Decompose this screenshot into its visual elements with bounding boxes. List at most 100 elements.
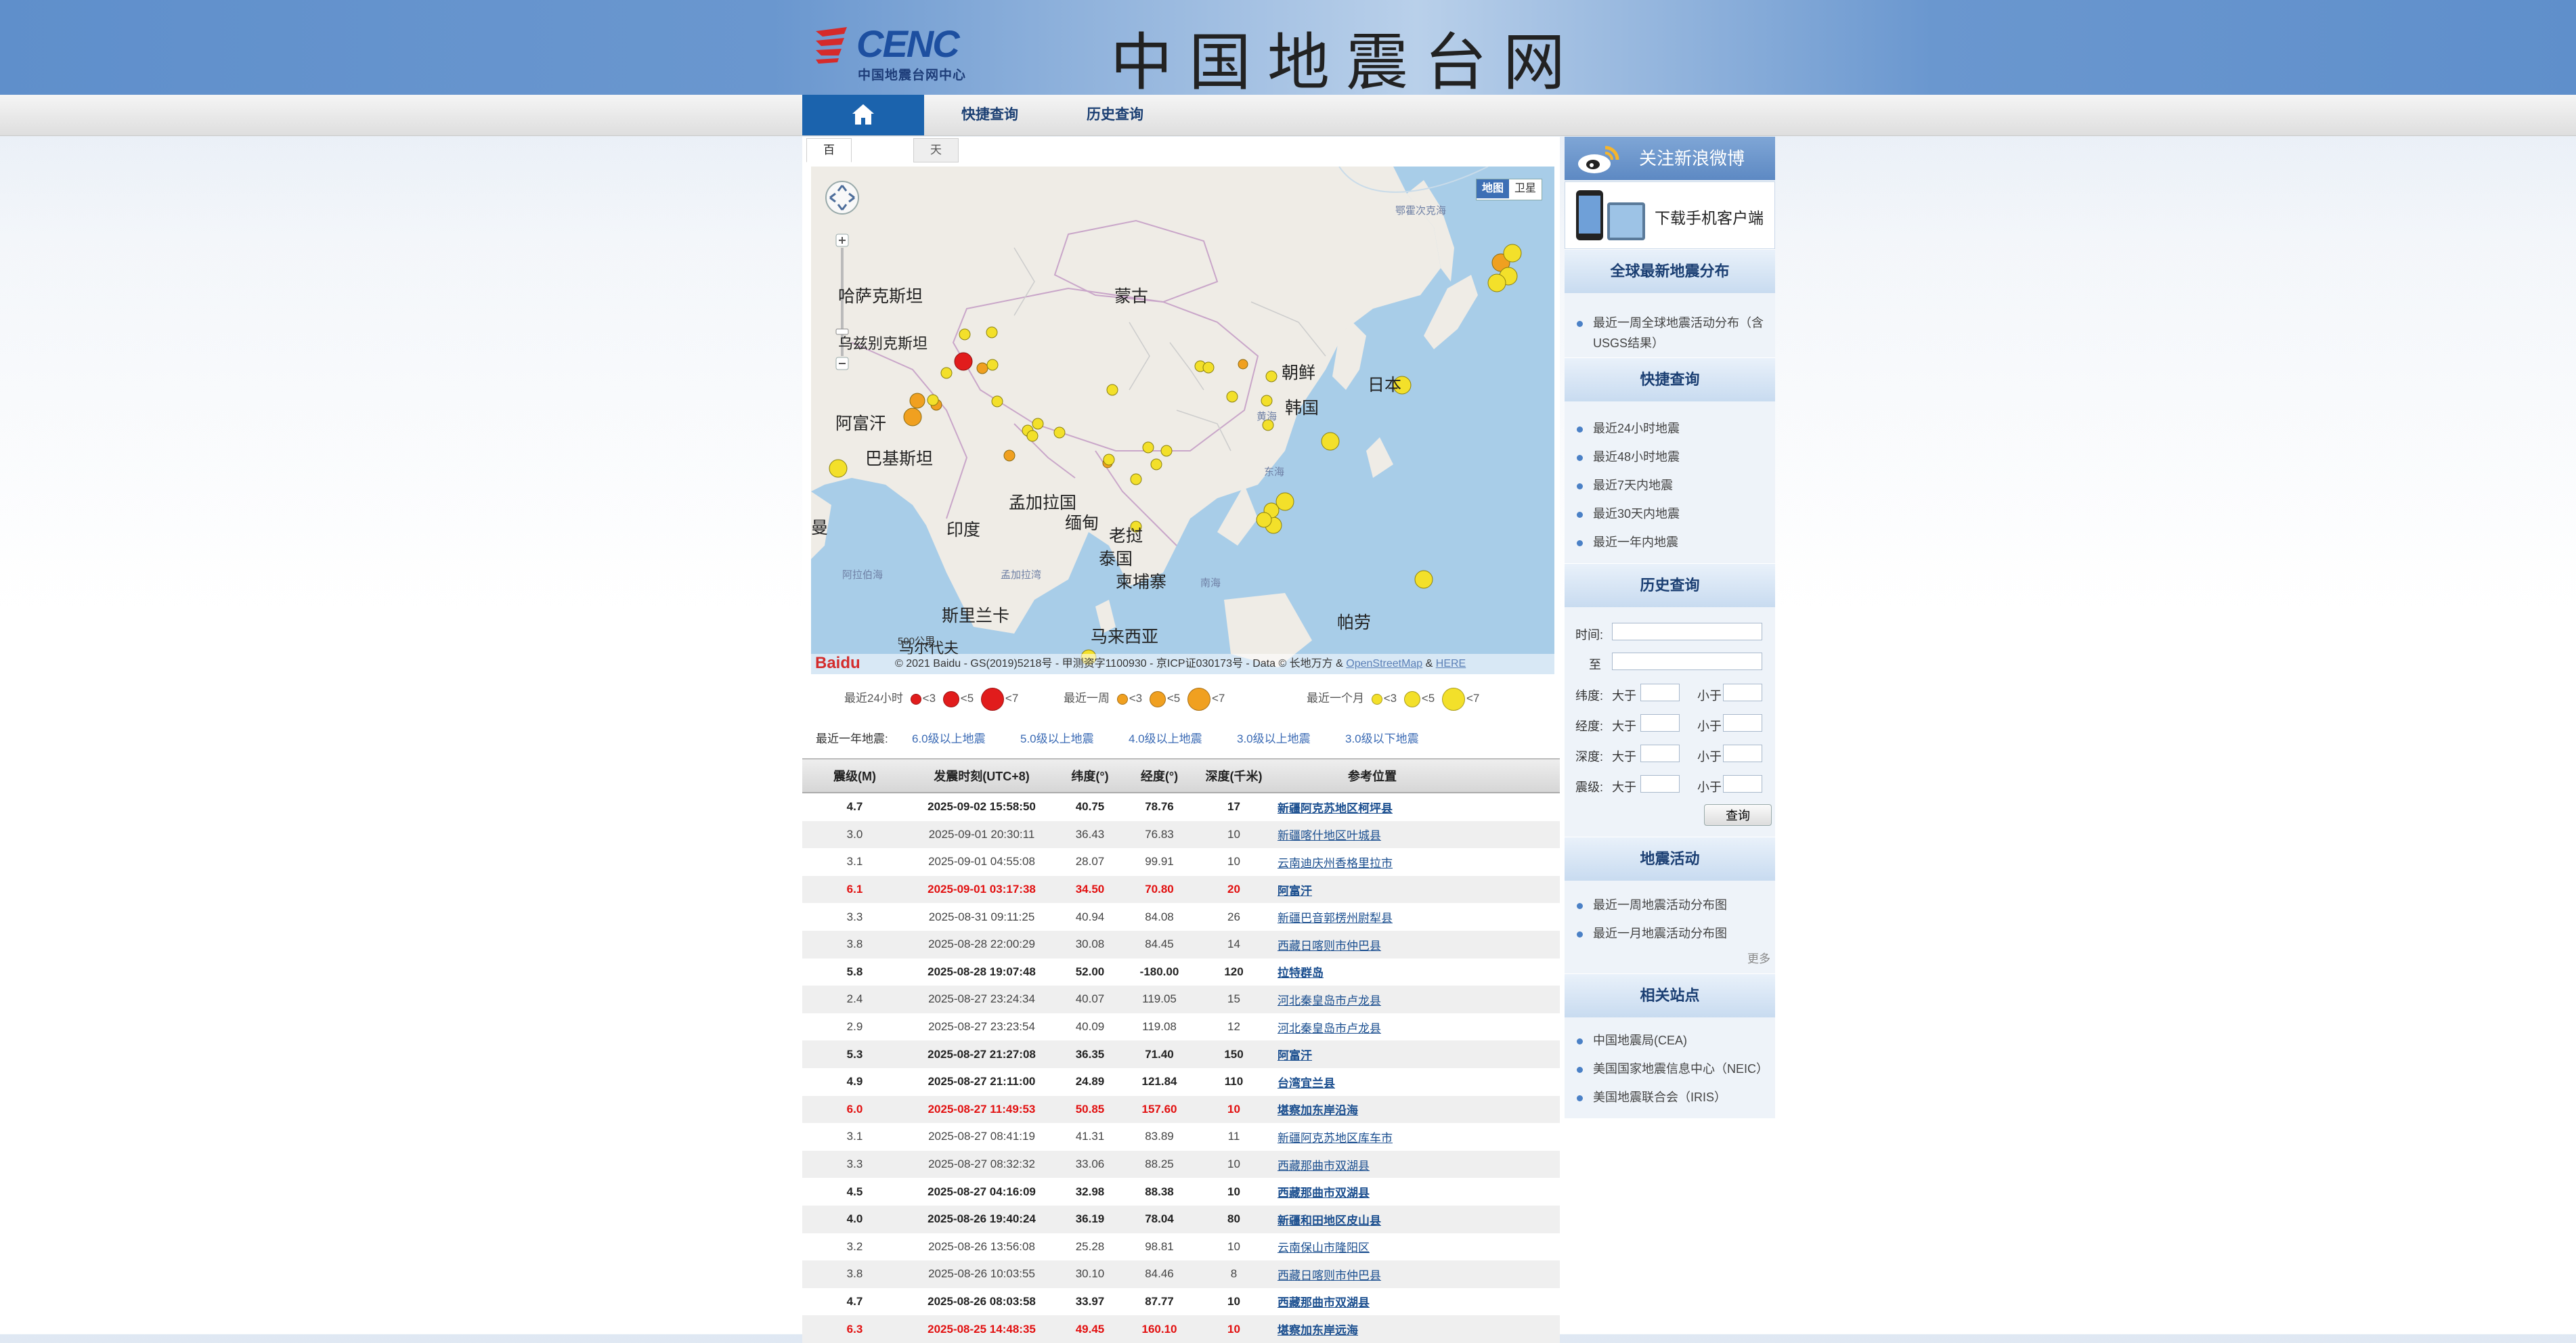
location-link[interactable]: 西藏日喀则市仲巴县 xyxy=(1278,936,1381,953)
magnitude-cell: 6.0 xyxy=(846,1102,863,1116)
map-label: 柬埔寨 xyxy=(1116,573,1167,592)
longitude-cell: 78.04 xyxy=(1145,1212,1174,1226)
location-cell: 新疆阿克苏地区柯坪县 xyxy=(1278,793,1548,821)
location-link[interactable]: 阿富汗 xyxy=(1278,1046,1312,1063)
lt-label: 小于 xyxy=(1697,689,1722,703)
here-link[interactable]: HERE xyxy=(1436,658,1466,669)
legend-label: 最近一周 xyxy=(1064,692,1110,705)
location-link[interactable]: 西藏那曲市双湖县 xyxy=(1278,1293,1370,1310)
map-label: 南海 xyxy=(1200,577,1221,589)
app-download-banner[interactable]: 下载手机客户端 xyxy=(1565,181,1775,249)
col-magnitude[interactable]: 震级(M) xyxy=(802,759,907,792)
location-link[interactable]: 堪察加东岸沿海 xyxy=(1278,1101,1358,1118)
depth-min-input[interactable] xyxy=(1640,745,1680,762)
nav-quick-query[interactable]: 快捷查询 xyxy=(961,95,1018,135)
location-link[interactable]: 新疆阿克苏地区柯坪县 xyxy=(1278,799,1393,816)
location-link[interactable]: 堪察加东岸远海 xyxy=(1278,1321,1358,1338)
longitude-cell: 84.08 xyxy=(1145,910,1174,923)
quick-24h-link[interactable]: 最近24小时地震 xyxy=(1577,418,1680,439)
location-link[interactable]: 台湾宜兰县 xyxy=(1278,1074,1335,1091)
location-link[interactable]: 新疆巴音郭楞州尉犁县 xyxy=(1278,908,1393,925)
longitude-cell: -180.00 xyxy=(1139,965,1179,978)
related-iris-link[interactable]: 美国地震联合会（IRIS） xyxy=(1577,1087,1726,1107)
location-link[interactable]: 新疆喀什地区叶城县 xyxy=(1278,826,1381,843)
link-m3-below[interactable]: 3.0级以下地震 xyxy=(1345,719,1419,759)
location-cell: 云南保山市隆阳区 xyxy=(1278,1233,1548,1261)
latitude-cell: 40.07 xyxy=(1075,992,1105,1006)
baidu-logo[interactable]: Baidu xyxy=(815,654,860,673)
activity-week-link[interactable]: 最近一周地震活动分布图 xyxy=(1577,895,1727,915)
to-label: 至 xyxy=(1589,658,1601,672)
time-cell: 2025-08-27 11:49:53 xyxy=(927,1102,1036,1116)
location-link[interactable]: 西藏那曲市双湖县 xyxy=(1278,1183,1370,1200)
mag-max-input[interactable] xyxy=(1723,775,1762,793)
depth-label: 深度: xyxy=(1575,750,1604,764)
col-latitude[interactable]: 纬度(°) xyxy=(1056,759,1124,792)
time-cell: 2025-08-27 08:32:32 xyxy=(928,1158,1035,1171)
tab-baidu-map[interactable]: 百度地图 xyxy=(806,138,852,225)
location-link[interactable]: 拉特群岛 xyxy=(1278,963,1324,980)
location-link[interactable]: 西藏日喀则市仲巴县 xyxy=(1278,1266,1381,1283)
time-end-input[interactable] xyxy=(1612,653,1762,670)
time-cell: 2025-09-02 15:58:50 xyxy=(927,800,1036,814)
magnitude-cell: 5.3 xyxy=(846,1047,863,1061)
quick-30d-link[interactable]: 最近30天内地震 xyxy=(1577,504,1680,524)
map-type-satellite-button[interactable]: 卫星 xyxy=(1509,179,1542,198)
lat-min-input[interactable] xyxy=(1640,684,1680,701)
location-link[interactable]: 云南保山市隆阳区 xyxy=(1278,1238,1370,1255)
nav-history-query[interactable]: 历史查询 xyxy=(1087,95,1143,135)
location-link[interactable]: 河北秦皇岛市卢龙县 xyxy=(1278,991,1381,1008)
lon-min-input[interactable] xyxy=(1640,714,1680,732)
lon-label: 经度: xyxy=(1575,720,1604,733)
tab-tianditu-map[interactable]: 天地图 xyxy=(913,138,959,202)
time-start-input[interactable] xyxy=(1612,623,1762,640)
weibo-icon xyxy=(1578,146,1619,173)
latitude-cell: 28.07 xyxy=(1075,855,1105,868)
earthquake-map[interactable]: 地图 卫星 蒙古 哈萨克斯坦 乌兹别克斯坦 朝鲜 韩国 日本 阿富汗 巴基斯坦 印… xyxy=(811,167,1554,674)
location-link[interactable]: 新疆和田地区皮山县 xyxy=(1278,1211,1381,1228)
activity-month-link[interactable]: 最近一月地震活动分布图 xyxy=(1577,923,1727,944)
col-time[interactable]: 发震时刻(UTC+8) xyxy=(907,759,1056,792)
col-longitude[interactable]: 经度(°) xyxy=(1124,759,1195,792)
col-depth[interactable]: 深度(千米) xyxy=(1195,759,1273,792)
link-m4-plus[interactable]: 4.0级以上地震 xyxy=(1129,719,1202,759)
cenc-logo[interactable]: CENC 中国地震台网中心 xyxy=(813,20,982,83)
quick-48h-link[interactable]: 最近48小时地震 xyxy=(1577,447,1680,467)
depth-cell: 17 xyxy=(1227,800,1240,814)
map-label: 泰国 xyxy=(1099,550,1133,569)
lon-max-input[interactable] xyxy=(1723,714,1762,732)
lat-max-input[interactable] xyxy=(1723,684,1762,701)
location-link[interactable]: 新疆阿克苏地区库车市 xyxy=(1278,1128,1393,1145)
weibo-follow-button[interactable]: 关注新浪微博 xyxy=(1565,137,1775,180)
link-m5-plus[interactable]: 5.0级以上地震 xyxy=(1020,719,1094,759)
global-week-link[interactable]: 最近一周全球地震活动分布（含USGS结果） xyxy=(1577,313,1766,353)
location-link[interactable]: 云南迪庆州香格里拉市 xyxy=(1278,854,1393,871)
longitude-cell: 76.83 xyxy=(1145,827,1174,841)
location-link[interactable]: 阿富汗 xyxy=(1278,881,1312,898)
link-m3-plus[interactable]: 3.0级以上地震 xyxy=(1237,719,1311,759)
nav-home-button[interactable] xyxy=(802,95,924,135)
table-body: 4.7 2025-09-02 15:58:50 40.75 78.76 17 新疆阿克苏地… xyxy=(802,793,1560,1343)
query-button[interactable]: 查询 xyxy=(1704,804,1772,826)
depth-cell: 26 xyxy=(1227,910,1240,923)
location-link[interactable]: 河北秦皇岛市卢龙县 xyxy=(1278,1019,1381,1036)
link-text: 最近30天内地震 xyxy=(1593,507,1680,521)
quick-1y-link[interactable]: 最近一年内地震 xyxy=(1577,532,1678,552)
legend-dot-small xyxy=(1116,693,1128,705)
magnitude-cell: 6.3 xyxy=(846,1322,863,1336)
quick-7d-link[interactable]: 最近7天内地震 xyxy=(1577,475,1673,496)
location-link[interactable]: 西藏那曲市双湖县 xyxy=(1278,1156,1370,1173)
logo-subtitle: 中国地震台网中心 xyxy=(858,68,967,83)
more-link[interactable]: 更多 xyxy=(1747,949,1770,966)
related-cea-link[interactable]: 中国地震局(CEA) xyxy=(1577,1030,1687,1051)
longitude-cell: 84.46 xyxy=(1145,1267,1174,1281)
link-m6-plus[interactable]: 6.0级以上地震 xyxy=(912,719,986,759)
latitude-cell: 30.08 xyxy=(1075,938,1105,951)
related-neic-link[interactable]: 美国国家地震信息中心（NEIC） xyxy=(1577,1059,1768,1079)
latitude-cell: 40.09 xyxy=(1075,1020,1105,1034)
mag-min-input[interactable] xyxy=(1640,775,1680,793)
osm-link[interactable]: OpenStreetMap xyxy=(1346,658,1422,669)
map-label: 日本 xyxy=(1368,376,1402,395)
map-type-map-button[interactable]: 地图 xyxy=(1476,179,1509,198)
depth-max-input[interactable] xyxy=(1723,745,1762,762)
